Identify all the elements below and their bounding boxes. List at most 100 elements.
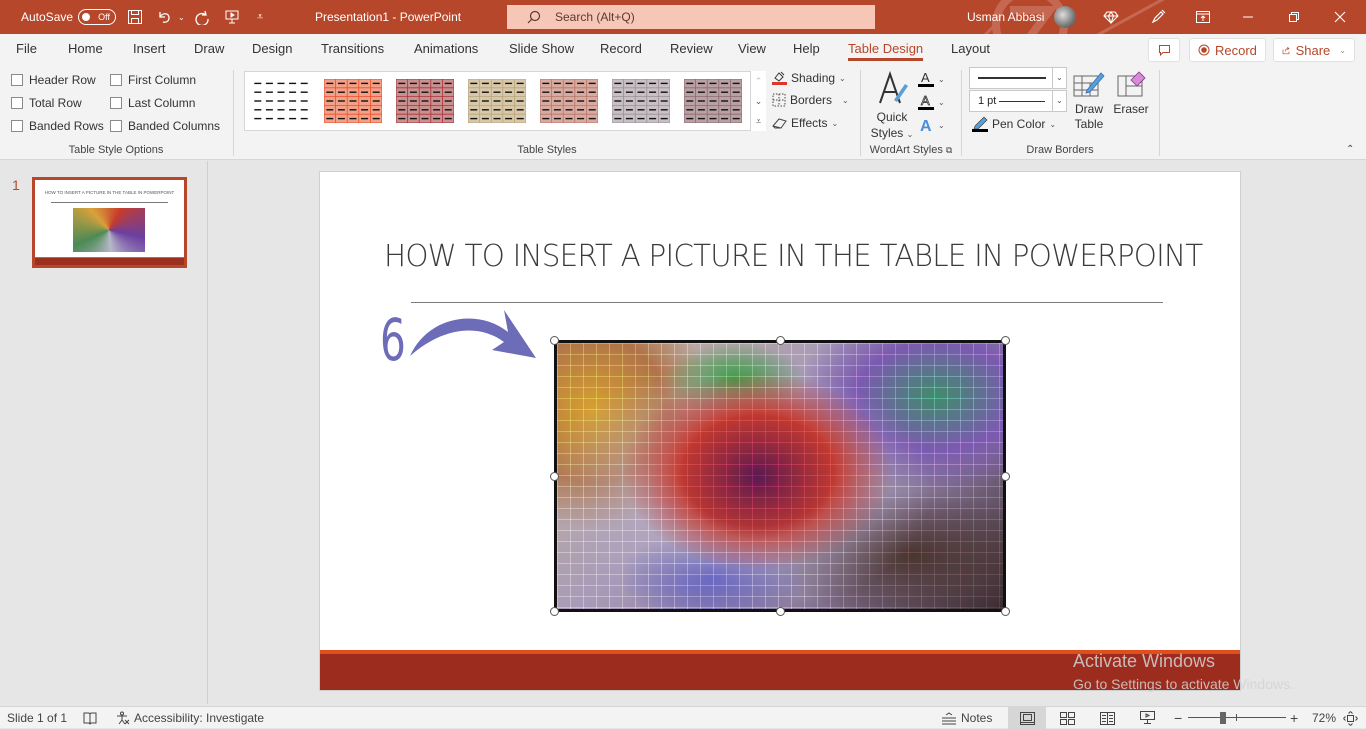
banded-rows-checkbox[interactable]: Banded Rows — [11, 119, 104, 133]
tab-insert[interactable]: Insert — [133, 34, 166, 64]
draw-table-button[interactable]: Draw Table — [1070, 70, 1108, 132]
zoom-out-button[interactable]: − — [1174, 707, 1182, 729]
tab-table-design[interactable]: Table Design — [848, 34, 924, 64]
borders-button[interactable]: Borders ⌄ — [772, 93, 849, 107]
pen-color-button[interactable]: Pen Color ⌄ — [972, 116, 1056, 132]
table-style-thumb[interactable] — [612, 79, 670, 123]
table-style-thumb[interactable] — [468, 79, 526, 123]
premium-diamond-icon[interactable] — [1103, 0, 1123, 34]
tab-draw[interactable]: Draw — [194, 34, 224, 64]
checkbox-box[interactable] — [11, 74, 23, 86]
tab-file[interactable]: File — [16, 34, 37, 64]
curved-arrow-icon[interactable] — [408, 306, 540, 362]
eraser-button[interactable]: Eraser — [1112, 70, 1150, 117]
step-number[interactable]: 6 — [380, 305, 406, 375]
avatar[interactable] — [1054, 6, 1076, 28]
checkbox-box[interactable] — [110, 74, 122, 86]
resize-handle-top-left[interactable] — [550, 336, 559, 345]
slide-sorter-button[interactable] — [1048, 707, 1086, 729]
comments-button[interactable] — [1148, 38, 1180, 62]
notes-button[interactable]: Notes — [941, 707, 992, 729]
checkbox-box[interactable] — [11, 120, 23, 132]
shading-button[interactable]: Shading ⌄ — [772, 70, 846, 86]
zoom-in-button[interactable]: + — [1290, 707, 1298, 729]
first-column-checkbox[interactable]: First Column — [110, 73, 196, 87]
autosave-label: AutoSave — [21, 10, 74, 24]
search-box[interactable]: Search (Alt+Q) — [507, 5, 875, 29]
pen-weight-dropdown[interactable]: 1 pt ⌄ — [969, 90, 1067, 112]
tab-slide-show[interactable]: Slide Show — [509, 34, 574, 64]
close-icon[interactable] — [1334, 0, 1354, 34]
user-name[interactable]: Usman Abbasi — [967, 0, 1044, 34]
fit-slide-to-window-icon[interactable] — [1343, 707, 1358, 729]
tab-review[interactable]: Review — [670, 34, 713, 64]
text-outline-button[interactable]: A ⌄ — [918, 93, 945, 111]
ribbon-display-icon[interactable] — [1196, 0, 1216, 34]
present-from-start-icon[interactable] — [224, 0, 244, 34]
tab-design[interactable]: Design — [252, 34, 292, 64]
resize-handle-bottom[interactable] — [776, 607, 785, 616]
tab-record[interactable]: Record — [600, 34, 642, 64]
collapse-ribbon-icon[interactable]: ⌃ — [1346, 144, 1354, 155]
table-style-thumb[interactable] — [396, 79, 454, 123]
table-style-thumb[interactable] — [324, 79, 382, 123]
undo-icon[interactable] — [156, 0, 176, 34]
pen-icon[interactable] — [1150, 0, 1170, 34]
minimize-icon[interactable] — [1242, 0, 1262, 34]
slide-thumbnail[interactable]: HOW TO INSERT A PICTURE IN THE TABLE IN … — [32, 177, 187, 268]
resize-handle-bottom-left[interactable] — [550, 607, 559, 616]
resize-handle-left[interactable] — [550, 472, 559, 481]
resize-handle-top[interactable] — [776, 336, 785, 345]
gallery-more[interactable]: ⩡ — [750, 111, 766, 131]
effects-button[interactable]: Effects ⌄ — [772, 116, 838, 130]
pen-style-dropdown[interactable]: ⌄ — [969, 67, 1067, 89]
tab-help[interactable]: Help — [793, 34, 820, 64]
resize-handle-bottom-right[interactable] — [1001, 607, 1010, 616]
banded-rows-label: Banded Rows — [29, 119, 104, 133]
redo-icon[interactable] — [194, 0, 214, 34]
text-effects-button[interactable]: A ⌄ — [918, 116, 945, 134]
zoom-level[interactable]: 72% — [1312, 707, 1336, 729]
slide-title[interactable]: HOW TO INSERT A PICTURE IN THE TABLE IN … — [384, 239, 1203, 274]
customize-qat-icon[interactable]: ⩡ — [257, 0, 263, 34]
tab-transitions[interactable]: Transitions — [321, 34, 384, 64]
last-column-checkbox[interactable]: Last Column — [110, 96, 195, 110]
quick-styles-button[interactable]: Quick Styles ⌄ — [870, 70, 914, 142]
table-style-thumb[interactable] — [540, 79, 598, 123]
restore-icon[interactable] — [1288, 0, 1308, 34]
accessibility-button[interactable]: Accessibility: Investigate — [116, 707, 264, 729]
checkbox-box[interactable] — [110, 97, 122, 109]
table-style-thumb[interactable] — [252, 79, 310, 123]
spelling-book-icon[interactable] — [83, 707, 97, 729]
gallery-scroll-up[interactable]: ⌃ — [750, 71, 766, 91]
tab-layout[interactable]: Layout — [951, 34, 990, 64]
resize-handle-right[interactable] — [1001, 472, 1010, 481]
normal-view-button[interactable] — [1008, 707, 1046, 729]
tab-home[interactable]: Home — [68, 34, 103, 64]
gallery-scroll-down[interactable]: ⌄ — [750, 91, 766, 111]
zoom-slider-track[interactable] — [1188, 717, 1286, 718]
zoom-slider-thumb[interactable] — [1220, 712, 1227, 724]
resize-handle-top-right[interactable] — [1001, 336, 1010, 345]
document-title: Presentation1 - PowerPoint — [315, 10, 462, 24]
autosave-toggle[interactable]: Off — [78, 9, 116, 25]
reading-view-button[interactable] — [1088, 707, 1126, 729]
slide-show-button[interactable] — [1128, 707, 1166, 729]
checkbox-box[interactable] — [11, 97, 23, 109]
checkbox-box[interactable] — [110, 120, 122, 132]
header-row-checkbox[interactable]: Header Row — [11, 73, 96, 87]
text-fill-button[interactable]: A ⌄ — [918, 70, 945, 88]
tab-animations[interactable]: Animations — [414, 34, 478, 64]
share-dropdown-icon[interactable]: ⌄ — [1339, 46, 1346, 55]
table-cell-picture[interactable] — [554, 340, 1006, 612]
tab-view[interactable]: View — [738, 34, 766, 64]
save-icon[interactable] — [127, 0, 147, 34]
banded-columns-checkbox[interactable]: Banded Columns — [110, 119, 220, 133]
total-row-checkbox[interactable]: Total Row — [11, 96, 82, 110]
undo-dropdown-icon[interactable]: ⌄ — [178, 0, 185, 34]
dialog-launcher-icon[interactable]: ⧉ — [946, 145, 952, 155]
slide-canvas[interactable]: HOW TO INSERT A PICTURE IN THE TABLE IN … — [320, 172, 1240, 690]
record-button[interactable]: Record — [1189, 38, 1266, 62]
share-button[interactable]: Share ⌄ — [1273, 38, 1355, 62]
table-style-thumb[interactable] — [684, 79, 742, 123]
